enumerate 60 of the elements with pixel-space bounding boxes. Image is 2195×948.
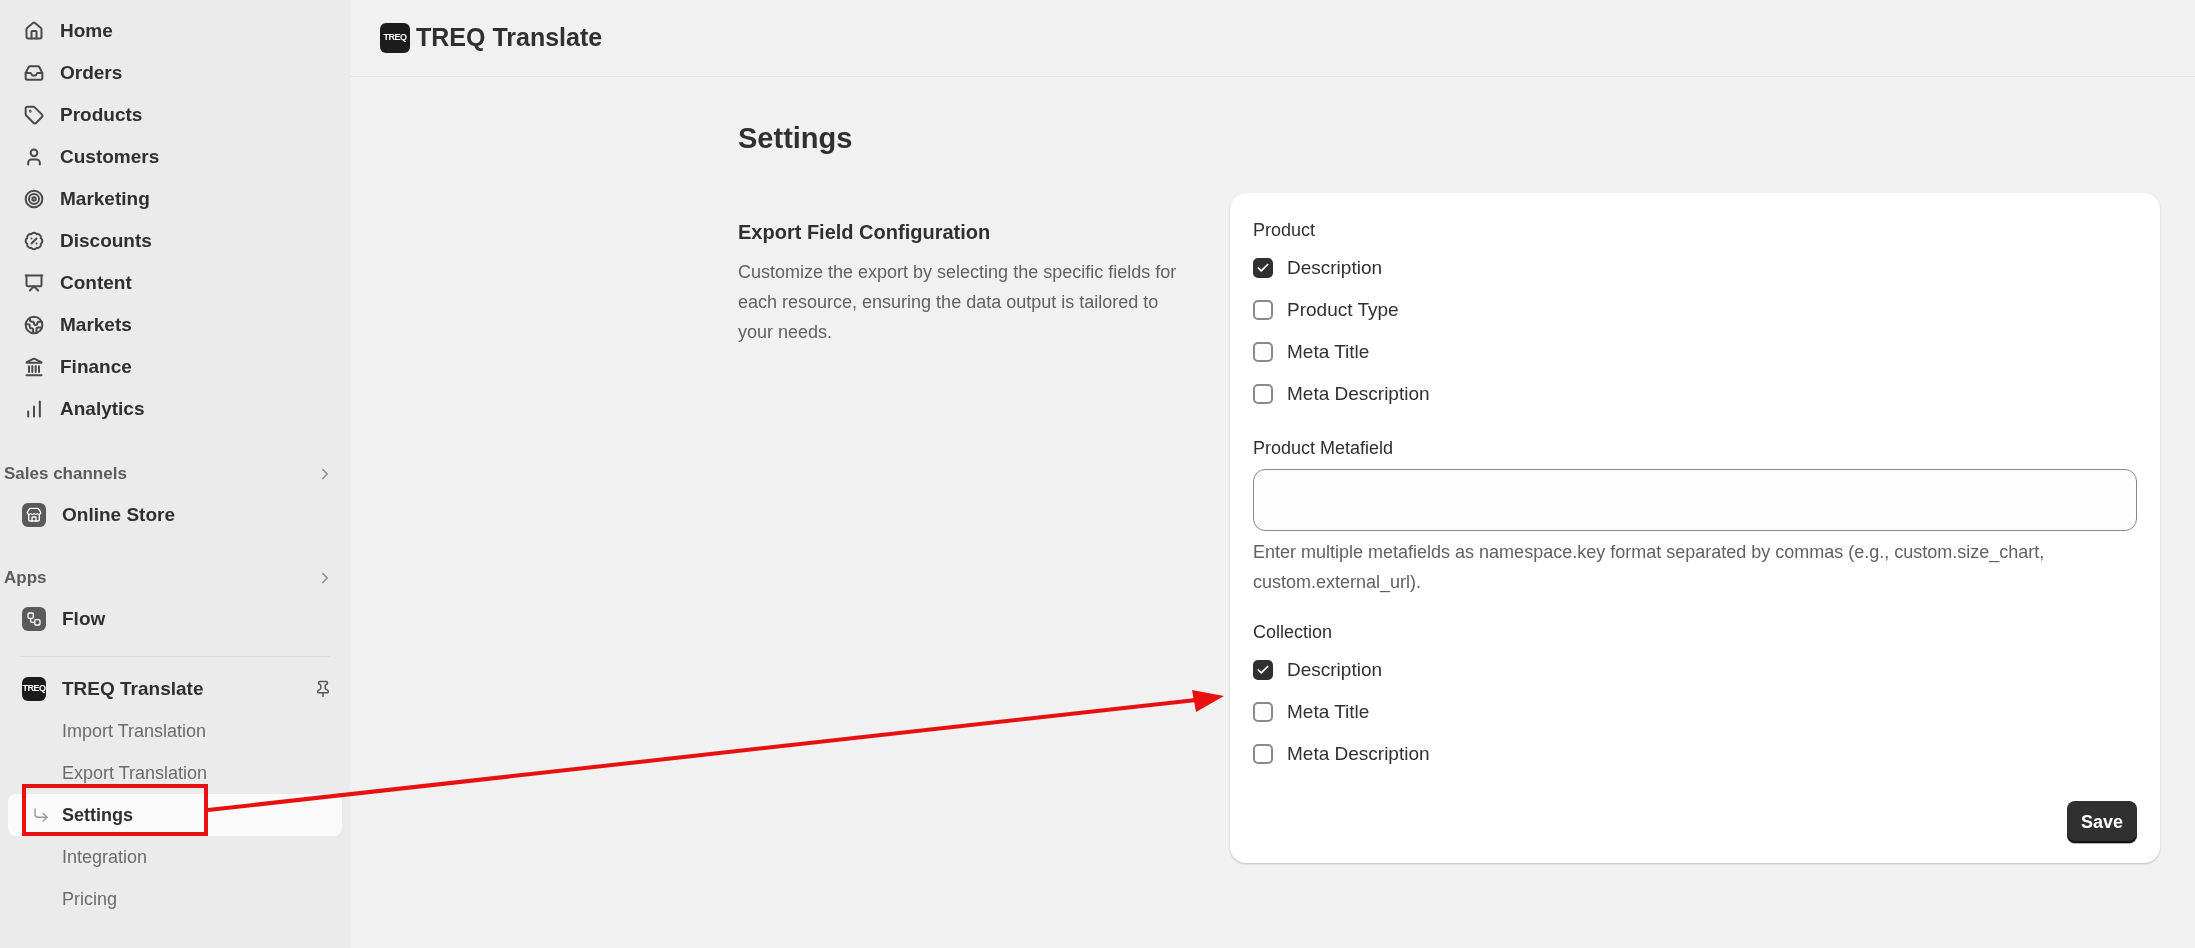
- section-header[interactable]: Sales channels: [4, 454, 342, 494]
- branch-arrow-icon: [32, 806, 50, 824]
- target-icon: [24, 189, 44, 209]
- nav-item[interactable]: Online Store: [8, 494, 342, 536]
- nav-item[interactable]: Home: [8, 10, 342, 52]
- nav-item[interactable]: Content: [8, 262, 342, 304]
- group-label: Product: [1253, 219, 1317, 242]
- checkmark-icon: [1256, 261, 1270, 275]
- bar-chart-icon: [24, 399, 44, 419]
- help-text: Enter multiple metafields as namespace.key format separated by commas (e.g., custom.size_chart, custom.external_url).: [1253, 541, 2046, 595]
- store-icon: [22, 503, 46, 527]
- checkbox-label: Meta Description: [1287, 741, 1430, 766]
- percent-badge-icon: [24, 231, 44, 251]
- section-title: Export Field Configuration: [738, 220, 992, 245]
- nav-item[interactable]: Products: [8, 94, 342, 136]
- nav-item[interactable]: Orders: [8, 52, 342, 94]
- checkbox[interactable]: [1253, 660, 1273, 680]
- checkbox-label: Meta Title: [1287, 699, 1370, 724]
- section-description: Customize the export by selecting the specific fields for each resource, ensuring the data output is tailored to your needs.: [738, 261, 1178, 344]
- app-title: TREQ Translate: [416, 22, 603, 54]
- sub-nav-item[interactable]: Pricing: [8, 878, 342, 920]
- pin-icon[interactable]: [314, 680, 332, 698]
- checkmark-icon: [1256, 663, 1270, 677]
- checkbox[interactable]: [1253, 258, 1273, 278]
- nav-item[interactable]: TREQ TREQ Translate: [8, 668, 342, 710]
- nav-item[interactable]: Markets: [8, 304, 342, 346]
- nav-item[interactable]: Finance: [8, 346, 342, 388]
- workflow-icon: [22, 607, 46, 631]
- sub-nav-item[interactable]: Export Translation: [8, 752, 342, 794]
- checkbox-label: Meta Title: [1287, 339, 1370, 364]
- inbox-icon: [24, 63, 44, 83]
- nav-item[interactable]: Analytics: [8, 388, 342, 430]
- checkbox[interactable]: [1253, 384, 1273, 404]
- nav-item[interactable]: Customers: [8, 136, 342, 178]
- home-icon: [24, 21, 44, 41]
- tag-icon: [24, 105, 44, 125]
- metafield-input[interactable]: [1253, 469, 2137, 531]
- app-logo: TREQ: [22, 677, 46, 701]
- section-header[interactable]: Apps: [4, 558, 342, 598]
- group-label: Collection: [1253, 621, 1334, 644]
- checkbox[interactable]: [1253, 744, 1273, 764]
- person-icon: [24, 147, 44, 167]
- page-title: Settings: [738, 121, 854, 156]
- sub-nav-item[interactable]: Import Translation: [8, 710, 342, 752]
- sub-nav-item[interactable]: Integration: [8, 836, 342, 878]
- checkbox-label: Product Type: [1287, 297, 1399, 322]
- app-logo: TREQ: [380, 23, 410, 53]
- globe-icon: [24, 315, 44, 335]
- checkbox[interactable]: [1253, 702, 1273, 722]
- nav-item[interactable]: Flow: [8, 598, 342, 640]
- save-button[interactable]: Save: [2066, 801, 2137, 843]
- nav-item[interactable]: Marketing: [8, 178, 342, 220]
- nav-item[interactable]: Discounts: [8, 220, 342, 262]
- bank-icon: [24, 357, 44, 377]
- checkbox-label: Description: [1287, 255, 1383, 280]
- checkbox-label: Description: [1287, 657, 1383, 682]
- checkbox[interactable]: [1253, 342, 1273, 362]
- field-label: Product Metafield: [1253, 437, 1395, 460]
- checkbox[interactable]: [1253, 300, 1273, 320]
- checkbox-label: Meta Description: [1287, 381, 1430, 406]
